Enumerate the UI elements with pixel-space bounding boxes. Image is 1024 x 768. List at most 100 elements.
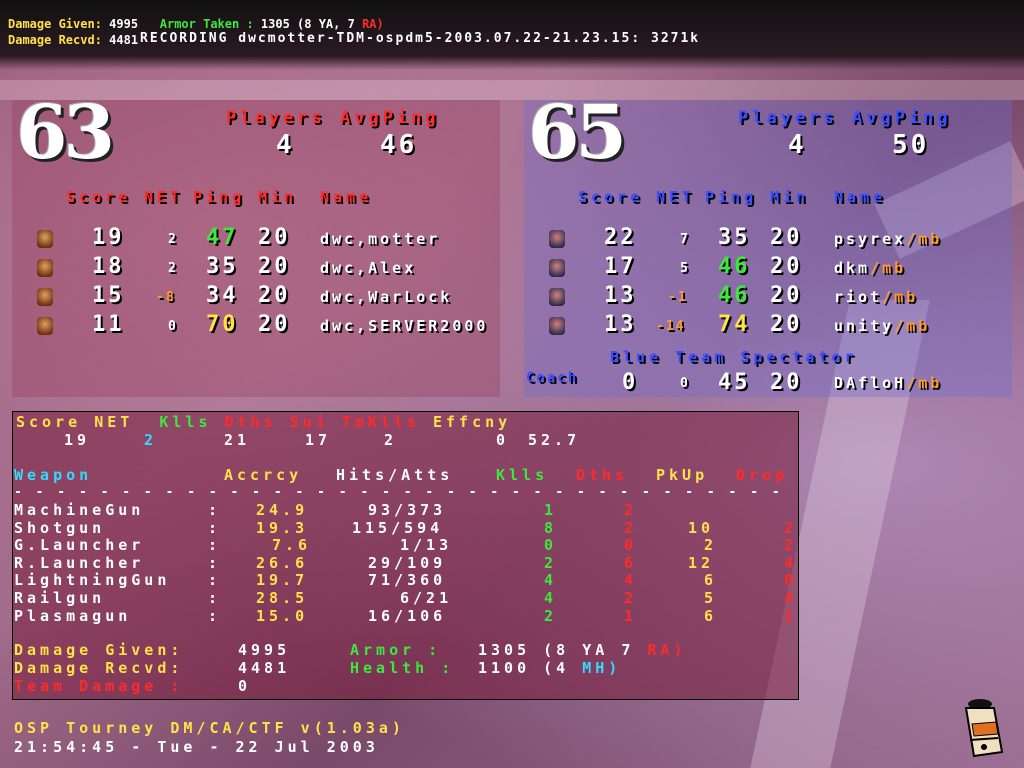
player-score: 11 [92, 312, 125, 337]
player-min: 20 [258, 312, 291, 337]
player-face-icon [549, 288, 565, 306]
weapon-hits: 29/109 [368, 553, 447, 572]
armor-label: Armor : [350, 641, 442, 659]
coach-name: DAfloH/mb [834, 374, 943, 392]
weapon-drop: 1 [784, 606, 798, 625]
team-damage-label: Team Damage : [14, 677, 184, 695]
player-score: 13 [604, 283, 637, 308]
weapon-deaths: 2 [624, 518, 638, 537]
player-min: 20 [770, 254, 803, 279]
blue-header-name: Name [834, 188, 887, 206]
summary-net: 2 [144, 431, 158, 449]
coach-net: 0 [680, 376, 690, 391]
summary-effcny: 52.7 [528, 431, 581, 449]
weapon-header: Weapon [14, 466, 93, 484]
red-players-count: 4 [276, 130, 295, 160]
weapon-pickup: 10 [688, 518, 715, 537]
player-min: 20 [258, 225, 291, 250]
weapon-pickup: 6 [704, 606, 718, 625]
player-name: psyrex/mb [834, 230, 942, 248]
kills-header: Klls [496, 466, 549, 484]
blue-header-ping: Ping [705, 188, 758, 206]
coach-label: Coach [526, 370, 579, 386]
player-name-text: psyrex [834, 230, 907, 248]
weapon-name: Plasmagun [14, 606, 132, 625]
weapon-deaths: 2 [624, 589, 638, 607]
player-ping: 35 [718, 225, 751, 250]
player-min: 20 [770, 312, 803, 337]
player-score: 17 [604, 254, 637, 279]
hits-header: Hits/Atts [336, 466, 454, 484]
player-ping: 70 [206, 312, 239, 337]
coach-ping: 45 [718, 370, 751, 395]
datetime-text: 21:54:45 - Tue - 22 Jul 2003 [14, 738, 379, 756]
blue-avgping-label: AvgPing [852, 108, 952, 128]
player-net: -1 [668, 290, 688, 305]
blue-players-count: 4 [788, 130, 807, 160]
coach-score: 0 [622, 370, 639, 395]
red-team-score: 63 [16, 90, 115, 176]
red-header-net: NET [144, 188, 184, 206]
weapon-accuracy: 19.7 [256, 571, 309, 590]
weapon-hits: 93/373 [368, 501, 447, 519]
player-ping: 74 [718, 312, 751, 337]
red-header-score: Score [66, 188, 132, 206]
weapon-kills: 2 [544, 553, 558, 572]
player-name: dkm/mb [834, 259, 906, 277]
weapon-accuracy: 15.0 [256, 606, 309, 625]
top-hud-line1: Damage Given: 4995 Armor Taken : 1305 (8… [8, 17, 384, 31]
player-net: 5 [680, 261, 690, 276]
weapon-kills: 8 [544, 518, 558, 537]
weapon-deaths: 4 [624, 571, 638, 590]
weapon-colon: : [208, 571, 222, 590]
player-net: -14 [656, 319, 686, 334]
lagometer-can-icon [958, 694, 1008, 760]
weapon-deaths: 1 [624, 606, 638, 625]
ceiling-edge [0, 80, 1024, 100]
damage-recvd-label: Damage Recvd: [14, 659, 184, 677]
blue-players-label: Players [738, 108, 838, 128]
player-min: 20 [258, 283, 291, 308]
weapon-accuracy: 7.6 [272, 536, 312, 555]
weapon-pickup: 12 [688, 553, 715, 572]
weapon-kills: 2 [544, 606, 558, 625]
weapon-kills: 4 [544, 589, 558, 607]
player-name: dwc,SERVER2000 [320, 317, 489, 335]
player-score: 22 [604, 225, 637, 250]
player-name: unity/mb [834, 317, 930, 335]
weapon-drop: 4 [784, 589, 798, 607]
weapon-name: R.Launcher [14, 553, 145, 572]
blue-header-score: Score [578, 188, 644, 206]
coach-min: 20 [770, 370, 803, 395]
player-name-text: dkm [834, 259, 871, 277]
weapon-colon: : [208, 606, 222, 625]
player-score: 19 [92, 225, 125, 250]
weapon-name: LightningGun [14, 571, 171, 590]
drop-header: Drop [736, 466, 789, 484]
armor-value: 1305 (8 YA 7 RA) [478, 641, 687, 659]
red-avgping: 46 [380, 130, 418, 160]
weapon-colon: : [208, 536, 222, 555]
recording-status: RECORDING dwcmotter-TDM-ospdm5-2003.07.2… [140, 31, 701, 46]
player-face-icon [37, 230, 53, 248]
blue-header-min: Min [770, 188, 810, 206]
player-name: dwc,Alex [320, 259, 417, 277]
player-ping: 46 [718, 254, 751, 279]
player-net: 2 [168, 232, 178, 247]
team-damage-value: 0 [238, 677, 252, 695]
weapon-hits: 1/13 [400, 536, 453, 555]
summary-deaths: 17 [305, 431, 332, 449]
weapon-pickup: 2 [704, 536, 718, 555]
accrcy-header: Accrcy [224, 466, 303, 484]
player-ping: 46 [718, 283, 751, 308]
version-text: OSP Tourney DM/CA/CTF v(1.03a) [14, 719, 405, 737]
player-face-icon [37, 259, 53, 277]
weapon-deaths: 0 [624, 536, 638, 555]
weapon-deaths: 2 [624, 501, 638, 519]
player-net: -8 [156, 290, 176, 305]
player-clan-tag: /mb [906, 230, 943, 248]
weapon-colon: : [208, 589, 222, 607]
weapon-drop: 4 [784, 553, 798, 572]
player-name-text: riot [834, 288, 883, 306]
player-ping: 34 [206, 283, 239, 308]
